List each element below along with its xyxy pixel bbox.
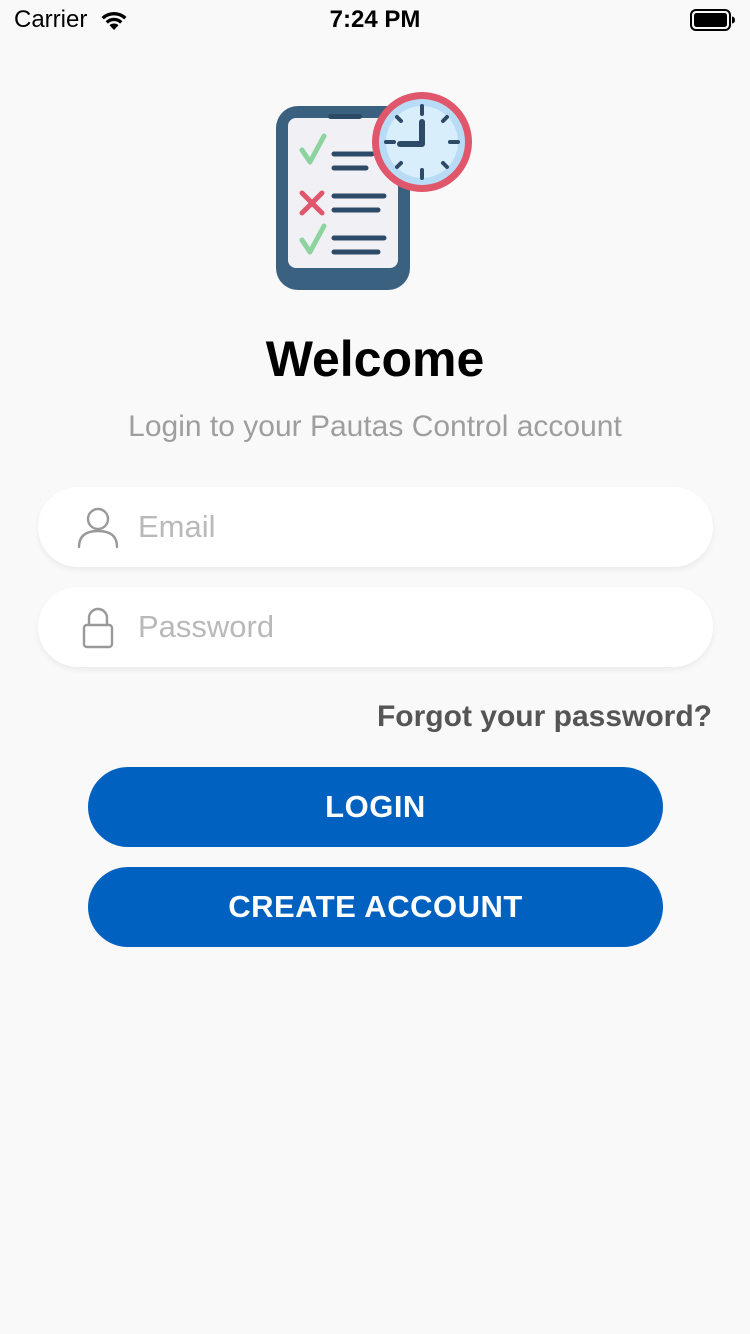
login-button[interactable]: LOGIN <box>88 767 663 847</box>
user-icon <box>76 505 120 549</box>
password-input[interactable] <box>138 609 678 645</box>
login-subtitle: Login to your Pautas Control account <box>128 410 622 443</box>
email-input[interactable] <box>138 509 678 545</box>
checklist-clock-icon <box>270 88 480 298</box>
battery-icon <box>690 9 736 31</box>
create-account-button-label: CREATE ACCOUNT <box>228 889 523 924</box>
email-field[interactable] <box>38 487 713 567</box>
status-time: 7:24 PM <box>329 6 421 33</box>
status-bar: Carrier 7:24 PM <box>0 0 750 40</box>
forgot-password-link[interactable]: Forgot your password? <box>377 700 712 734</box>
login-button-label: LOGIN <box>325 789 426 824</box>
password-field[interactable] <box>38 587 713 667</box>
create-account-button[interactable]: CREATE ACCOUNT <box>88 867 663 947</box>
welcome-title: Welcome <box>265 331 485 387</box>
lock-icon <box>76 605 120 649</box>
